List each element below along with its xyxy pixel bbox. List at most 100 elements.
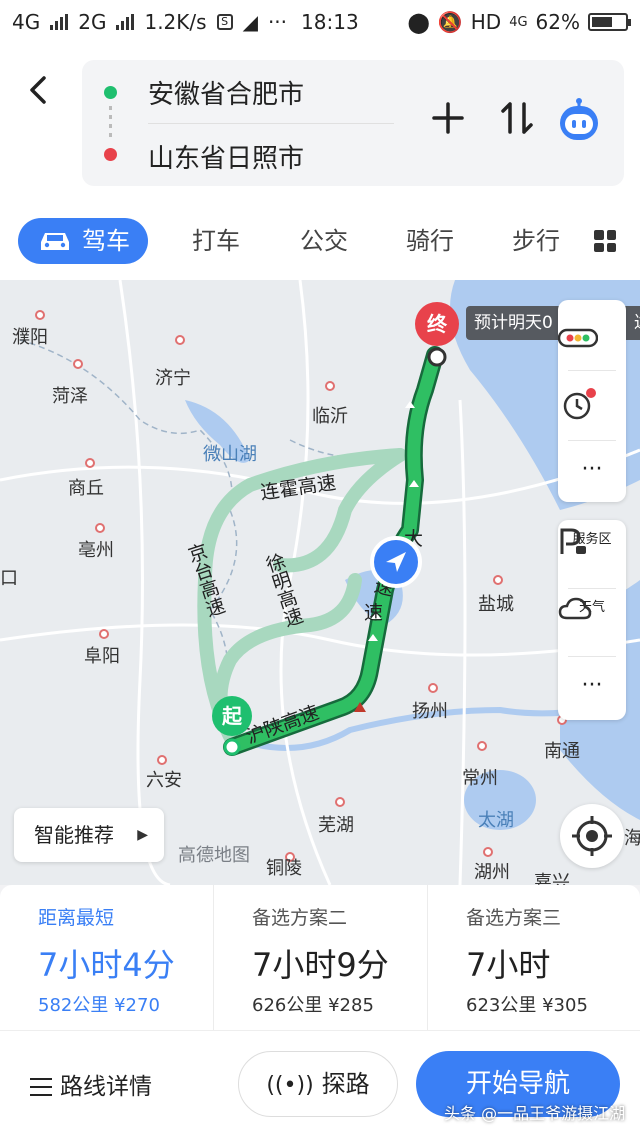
list-icon [30,1078,52,1096]
city-label: 常州 [462,768,498,789]
route-details-button[interactable]: 路线详情 [30,1067,152,1101]
tab-taxi[interactable]: 打车 [192,218,240,264]
route-header: 安徽省合肥市 山东省日照市 [0,44,640,204]
city-label: 亳州 [78,540,114,561]
plan-card-1[interactable]: 距离最短 7小时4分 582公里 ¥270 [0,885,213,1030]
current-location-icon [370,536,422,588]
city-label: 济宁 [155,368,191,389]
lake-label: 微山湖 [203,444,257,465]
locate-button[interactable] [560,804,624,868]
clock: 18:13 [301,10,359,34]
origin-field[interactable]: 安徽省合肥市 [148,74,304,111]
more-modes-grid-icon[interactable] [594,230,616,252]
smart-recommend-button[interactable]: 智能推荐 ▶ [14,808,164,862]
map-view[interactable]: 濮阳 菏泽 济宁 临沂 商丘 亳州 阜阳 六安 盐城 扬州 南通 常州 芜湖 湖… [0,280,640,885]
city-label: 口 [0,568,18,589]
crosshair-icon [572,816,612,856]
network-2g-label: 2G [78,10,107,34]
route-highway-label: 速 [364,602,384,624]
back-button[interactable] [20,70,60,110]
plan-fee: ¥285 [328,995,374,1016]
city-label: 南通 [544,741,580,762]
more-tools-button[interactable]: ··· [558,450,626,490]
traffic-light-icon [558,328,598,348]
city-label: 商丘 [68,478,104,499]
map-layers-panel: 服务区 天气 ··· [558,520,626,720]
city-label: 菏泽 [52,386,88,407]
telegram-icon: ◢ [242,10,258,34]
add-waypoint-button[interactable] [430,100,466,143]
plus-icon [432,102,464,134]
lake-label: 太湖 [478,810,514,831]
traffic-button[interactable] [558,318,626,358]
city-label: 六安 [146,770,182,791]
assistant-avatar-icon[interactable] [556,98,602,144]
city-label: 芜湖 [318,815,354,836]
signal-icon-2 [116,14,135,30]
swap-icon [501,102,533,134]
explore-label: 探路 [321,1070,370,1098]
screen: { "status_bar": { "network_1": "4G", "ne… [0,0,640,1138]
city-label: 濮阳 [12,327,48,348]
clock-icon [563,388,596,420]
eta-edge-text: 达 [634,306,640,340]
location-icon: ⬤ [407,10,430,34]
route-details-label: 路线详情 [60,1074,152,1100]
plan-distance: 623公里 [466,995,537,1016]
weather-button[interactable]: 天气 [558,596,626,650]
field-divider [148,123,394,124]
city-label: 临沂 [312,406,348,427]
plan-distance: 582公里 [38,995,109,1016]
status-bar: 4G 2G 1.2K/s S ◢ ··· 18:13 ⬤ 🔕 HD 4G 62% [0,0,640,44]
panel-divider [568,370,616,371]
service-area-button[interactable]: 服务区 [558,528,626,582]
tab-bike[interactable]: 骑行 [406,218,454,264]
panel-divider [568,656,616,657]
schedule-button[interactable] [558,380,626,430]
city-label: 嘉兴 [534,872,570,885]
plan-fee: ¥305 [542,995,588,1016]
net-badge: 4G [509,14,528,30]
tab-transit[interactable]: 公交 [300,218,348,264]
more-layers-button[interactable]: ··· [558,666,626,706]
city-label: 湖州 [474,862,510,883]
start-dot [104,86,117,99]
plan-tag: 备选方案二 [252,907,348,929]
explore-route-button[interactable]: ((•)) 探路 [238,1051,398,1117]
watermark-text: 头条 @一品王爷游摄江湖 [444,1104,626,1123]
map-logo: 高德地图 [178,845,250,866]
plan-distance: 626公里 [252,995,323,1016]
hd-label: HD [470,10,502,34]
swap-button[interactable] [500,100,534,145]
more-dots: ··· [267,10,288,34]
destination-field[interactable]: 山东省日照市 [148,138,304,175]
plan-card-2[interactable]: 备选方案二 7小时9分 626公里 ¥285 [213,885,426,1030]
signal-icon [50,14,69,30]
plan-meta: 582公里 ¥270 [38,991,160,1017]
tab-drive[interactable]: 驾车 [18,218,148,264]
plan-meta: 623公里 ¥305 [466,991,588,1017]
route-plans: 距离最短 7小时4分 582公里 ¥270 备选方案二 7小时9分 626公里 … [0,885,640,1030]
plan-card-3[interactable]: 备选方案三 7小时 623公里 ¥305 [427,885,640,1030]
parking-icon [560,528,586,554]
net-speed: 1.2K/s [144,10,207,34]
cloud-icon [558,597,592,620]
route-input-box: 安徽省合肥市 山东省日照市 [82,60,624,186]
city-label: 铜陵 [266,858,302,879]
end-pin[interactable]: 终 [415,302,459,346]
plan-meta: 626公里 ¥285 [252,991,374,1017]
plan-tag: 备选方案三 [466,907,562,929]
map-tools-panel: ··· [558,300,626,502]
triangle-right-icon: ▶ [137,827,148,843]
panel-divider [568,440,616,441]
travel-mode-tabs: 驾车 打车 公交 骑行 步行 [0,204,640,280]
panel-divider [568,588,616,589]
tab-drive-label: 驾车 [82,227,130,255]
plan-tag: 距离最短 [38,907,115,929]
start-pin[interactable]: 起 [212,696,252,736]
eta-text: 预计明天0 [474,313,553,333]
network-4g-label: 4G [12,10,41,34]
city-label: 海 [624,828,640,849]
tab-walk[interactable]: 步行 [512,218,564,264]
plan-time: 7小时4分 [38,946,175,984]
